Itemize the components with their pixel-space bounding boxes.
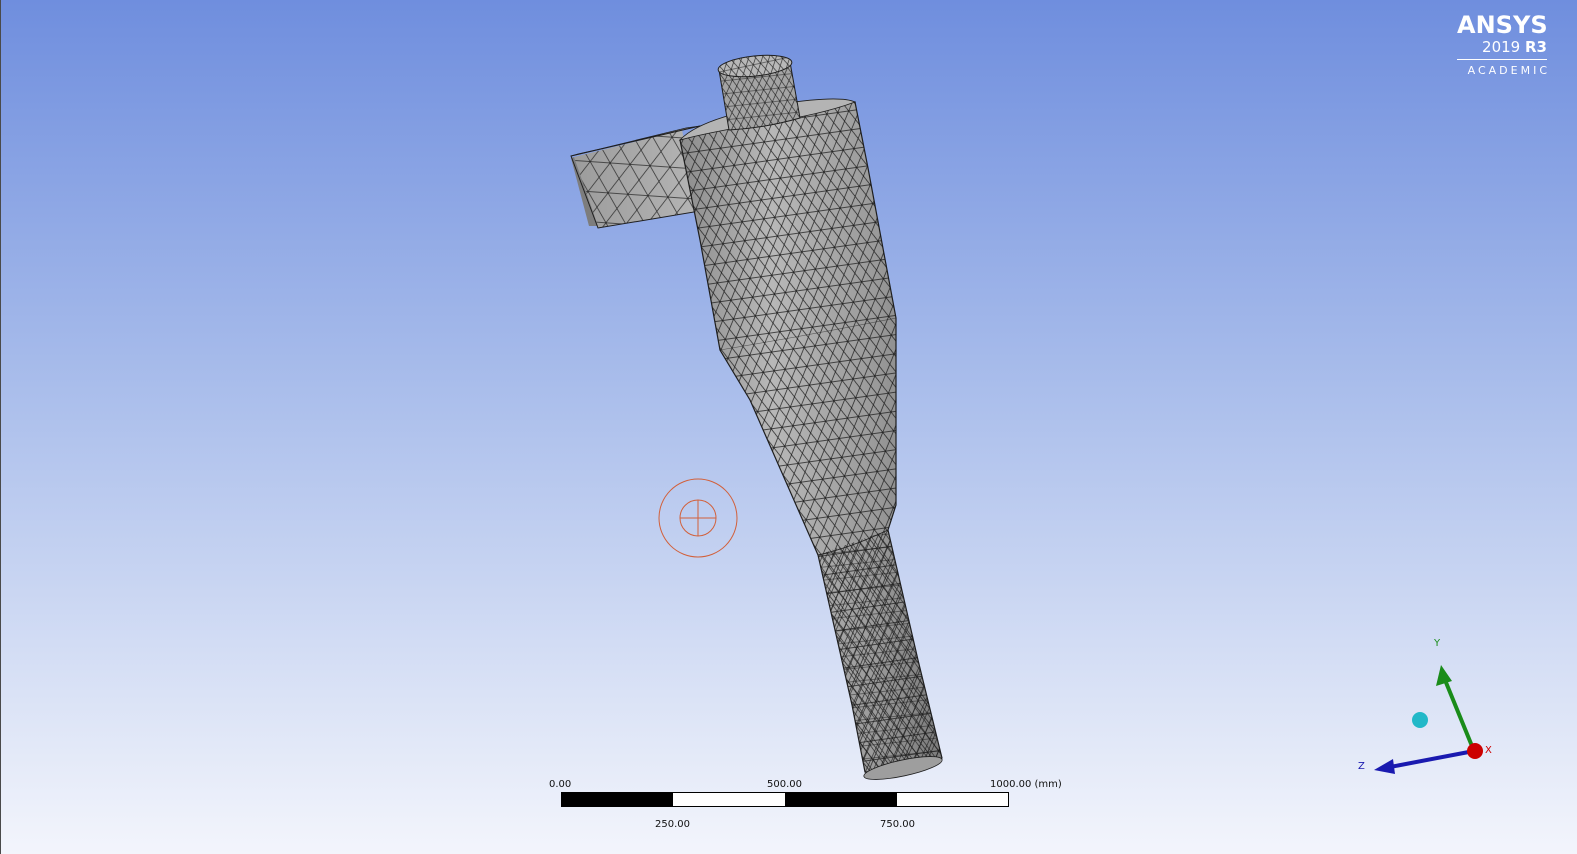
- graphics-viewport[interactable]: ANSYS 2019 R3 ACADEMIC 0.00 500.00 1000.…: [0, 0, 1577, 854]
- brand-version: 2019 R3: [1457, 38, 1547, 56]
- rotation-center-icon: [658, 478, 738, 558]
- brand-product-name: ANSYS: [1457, 11, 1548, 39]
- cyclone-body[interactable]: [678, 98, 944, 784]
- scale-label-1000: 1000.00 (mm): [990, 779, 1062, 790]
- ansys-brand-logo: ANSYS 2019 R3 ACADEMIC: [1457, 11, 1550, 77]
- x-axis-marker: [1467, 743, 1483, 759]
- brand-version-release: R3: [1525, 38, 1547, 56]
- y-axis-arrowhead: [1436, 665, 1452, 686]
- z-axis-label: Z: [1358, 761, 1365, 772]
- scale-label-250: 250.00: [655, 819, 690, 830]
- cyclone-vortex-finder[interactable]: [717, 52, 801, 131]
- brand-divider: [1457, 59, 1547, 60]
- scale-label-500: 500.00: [767, 779, 802, 790]
- y-axis-label: Y: [1434, 638, 1441, 649]
- x-axis-label: X: [1485, 745, 1492, 756]
- isometric-view-ball-icon[interactable]: [1412, 712, 1428, 728]
- scale-label-750: 750.00: [880, 819, 915, 830]
- scale-segment-2: [673, 792, 785, 807]
- mesh-canvas[interactable]: [0, 0, 1577, 854]
- scale-segment-3: [785, 792, 897, 807]
- scale-segment-4: [897, 792, 1009, 807]
- z-axis-arrowhead: [1374, 759, 1395, 774]
- y-axis-arrow: [1443, 679, 1476, 752]
- brand-edition: ACADEMIC: [1467, 64, 1550, 77]
- brand-version-year: 2019: [1482, 38, 1521, 56]
- z-axis-arrow: [1389, 749, 1475, 769]
- scale-label-0: 0.00: [549, 779, 572, 790]
- axis-triad[interactable]: [1374, 665, 1483, 774]
- scale-segment-1: [561, 792, 673, 807]
